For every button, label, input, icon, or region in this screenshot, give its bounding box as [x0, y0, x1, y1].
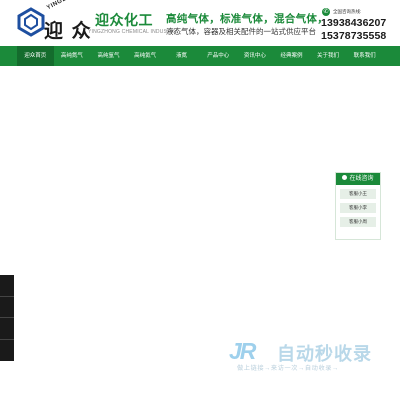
nav-item-contact[interactable]: 联系我们 — [346, 46, 383, 66]
slogan-line-1: 高纯气体，标准气体，混合气体， — [166, 13, 328, 25]
side-tab-segment[interactable] — [0, 275, 14, 297]
nav-item-liquid-nitrogen[interactable]: 液氮 — [163, 46, 200, 66]
online-service-widget: 在线咨询 客服小王 客服小李 客服小周 — [335, 172, 381, 240]
site-header: YINGZHONG 迎 众 迎众化工 YINGZHONG CHEMICAL IN… — [0, 0, 400, 46]
nav-item-cases[interactable]: 经典案例 — [273, 46, 310, 66]
nav-item-news[interactable]: 资讯中心 — [237, 46, 274, 66]
page: YINGZHONG 迎 众 迎众化工 YINGZHONG CHEMICAL IN… — [0, 0, 400, 400]
logo-chinese: 迎 众 — [44, 20, 92, 42]
side-tab-segment[interactable] — [0, 340, 14, 362]
watermark-subtitle: 做上链接→来访一次→自动收录→ — [237, 365, 339, 372]
nav-item-home[interactable]: 迎众首页 — [17, 46, 54, 66]
service-agent-2[interactable]: 客服小李 — [340, 203, 376, 213]
online-service-title: 在线咨询 — [349, 176, 374, 182]
hotline-phone-2[interactable]: 15378735558 — [321, 30, 386, 42]
service-agent-3[interactable]: 客服小周 — [340, 217, 376, 227]
watermark: JR 自动秒收录 做上链接→来访一次→自动收录→ — [229, 338, 389, 374]
main-nav: 迎众首页 高纯氮气 高纯氩气 高纯氦气 液氮 产品中心 资讯中心 经典案例 关于… — [0, 46, 400, 66]
nav-item-nitrogen[interactable]: 高纯氮气 — [54, 46, 91, 66]
online-service-header[interactable]: 在线咨询 — [336, 173, 380, 185]
phone-icon: ✆ — [322, 8, 330, 16]
brand-name[interactable]: 迎众化工 — [95, 10, 153, 30]
service-agent-1[interactable]: 客服小王 — [340, 189, 376, 199]
nav-item-about[interactable]: 关于我们 — [310, 46, 347, 66]
side-tab-segment[interactable] — [0, 297, 14, 318]
logo-english: YINGZHONG — [46, 0, 86, 11]
nav-item-argon[interactable]: 高纯氩气 — [90, 46, 127, 66]
nav-item-products[interactable]: 产品中心 — [200, 46, 237, 66]
chat-icon — [342, 175, 348, 180]
side-tab-segment[interactable] — [0, 318, 14, 340]
hotline-phone-1[interactable]: 13938436207 — [321, 17, 386, 29]
slogan-line-2: 液态气体，容器及相关配件的一站式供应平台 — [166, 27, 316, 36]
watermark-logo: JR — [229, 338, 256, 364]
hotline-label: 全国咨询热线: — [333, 9, 362, 14]
left-side-tab[interactable] — [0, 275, 14, 361]
hexagon-logo-icon[interactable] — [16, 7, 46, 37]
brand-english: YINGZHONG CHEMICAL INDUSTRY — [88, 29, 178, 35]
nav-item-helium[interactable]: 高纯氦气 — [127, 46, 164, 66]
